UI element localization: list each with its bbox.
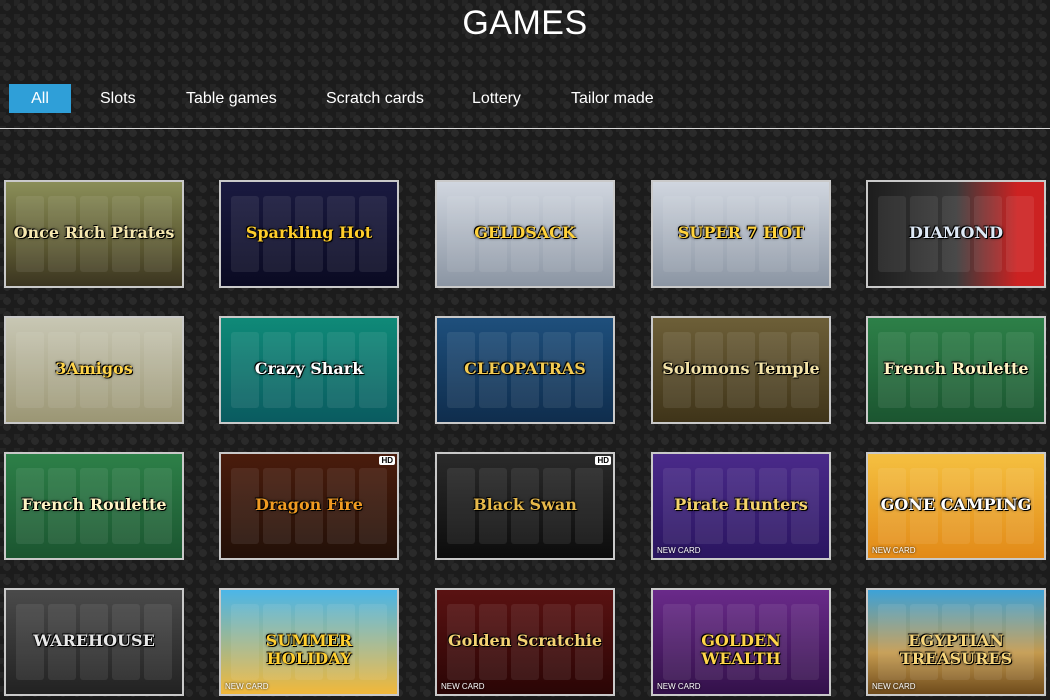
new-card-label: NEW CARD [872, 546, 916, 555]
game-logo: EGYPTIAN TREASURES [899, 630, 1013, 668]
game-logo: French Roulette [883, 358, 1029, 378]
tab-all[interactable]: All [9, 84, 71, 113]
game-tile[interactable]: 3Amigos [4, 316, 184, 424]
hd-badge: HD [595, 456, 611, 465]
new-card-label: NEW CARD [872, 682, 916, 691]
game-tile[interactable]: Once Rich Pirates [4, 180, 184, 288]
tab-slots[interactable]: Slots [100, 84, 136, 113]
game-tile[interactable]: Black Swan HD [435, 452, 615, 560]
game-tile[interactable]: GONE CAMPING NEW CARD [866, 452, 1046, 560]
new-card-label: NEW CARD [657, 682, 701, 691]
game-logo: Crazy Shark [254, 358, 364, 378]
game-logo: GONE CAMPING [880, 494, 1032, 514]
game-tile[interactable]: CLEOPATRAS [435, 316, 615, 424]
tab-lottery[interactable]: Lottery [472, 84, 521, 113]
game-tile[interactable]: SUPER 7 HOT [651, 180, 831, 288]
game-logo: French Roulette [21, 494, 167, 514]
page-title: GAMES [462, 4, 588, 42]
game-tile[interactable]: EGYPTIAN TREASURES NEW CARD [866, 588, 1046, 696]
game-tile[interactable]: French Roulette [866, 316, 1046, 424]
game-tile[interactable]: DIAMOND [866, 180, 1046, 288]
game-logo: Sparkling Hot [245, 222, 373, 242]
game-tile[interactable]: Dragon Fire HD [219, 452, 399, 560]
game-tile[interactable]: GELDSACK [435, 180, 615, 288]
game-tile[interactable]: Crazy Shark [219, 316, 399, 424]
game-tile[interactable]: SUMMER HOLIDAY NEW CARD [219, 588, 399, 696]
new-card-label: NEW CARD [225, 682, 269, 691]
game-logo: Once Rich Pirates [13, 222, 175, 242]
game-tile[interactable]: WAREHOUSE [4, 588, 184, 696]
hd-badge: HD [379, 456, 395, 465]
game-logo: Dragon Fire [255, 494, 363, 514]
tab-scratch-cards[interactable]: Scratch cards [326, 84, 424, 113]
game-logo: CLEOPATRAS [464, 358, 586, 378]
game-tile[interactable]: Sparkling Hot [219, 180, 399, 288]
game-logo: SUMMER HOLIDAY [265, 630, 353, 668]
tabs-divider [0, 128, 1050, 129]
game-logo: SUPER 7 HOT [677, 222, 805, 242]
game-tile[interactable]: Golden Scratchie NEW CARD [435, 588, 615, 696]
game-logo: WAREHOUSE [33, 630, 155, 650]
game-logo: GELDSACK [474, 222, 576, 242]
tab-tailor-made[interactable]: Tailor made [571, 84, 654, 113]
new-card-label: NEW CARD [441, 682, 485, 691]
game-logo: Pirate Hunters [674, 494, 808, 514]
game-logo: Black Swan [473, 494, 577, 514]
game-logo: DIAMOND [909, 222, 1003, 242]
game-tile[interactable]: Pirate Hunters NEW CARD [651, 452, 831, 560]
game-tile[interactable]: French Roulette [4, 452, 184, 560]
game-tile[interactable]: GOLDEN WEALTH NEW CARD [651, 588, 831, 696]
game-logo: Golden Scratchie [447, 630, 603, 650]
new-card-label: NEW CARD [657, 546, 701, 555]
game-logo: 3Amigos [55, 358, 133, 378]
tab-table-games[interactable]: Table games [186, 84, 277, 113]
game-tile[interactable]: Solomons Temple [651, 316, 831, 424]
game-logo: Solomons Temple [662, 358, 820, 378]
game-logo: GOLDEN WEALTH [701, 630, 781, 668]
